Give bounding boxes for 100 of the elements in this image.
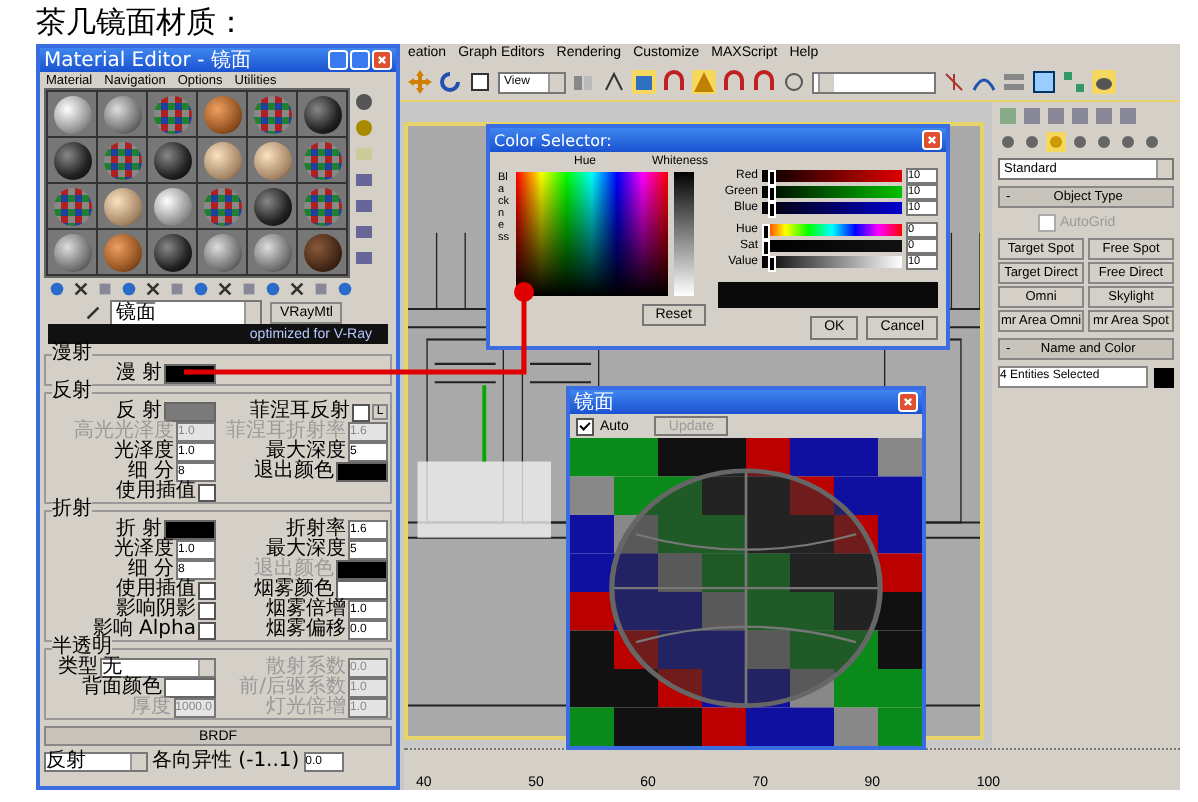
material-name-dropdown[interactable]: 镜面 bbox=[110, 299, 262, 325]
parameter-label: 反 射 bbox=[115, 402, 162, 422]
magnet-icon[interactable] bbox=[722, 70, 746, 94]
channel-slider[interactable] bbox=[762, 201, 902, 213]
magnet-icon[interactable] bbox=[662, 70, 686, 94]
material-slot[interactable] bbox=[148, 138, 196, 182]
window-title-bar[interactable]: 镜面 bbox=[570, 390, 922, 414]
parameter-label: 细 分 bbox=[127, 462, 174, 482]
material-slot[interactable] bbox=[298, 230, 346, 274]
parameter-label: 使用插值 bbox=[116, 482, 196, 502]
material-slot[interactable] bbox=[98, 92, 146, 136]
material-slot[interactable] bbox=[98, 138, 146, 182]
checkbox[interactable] bbox=[576, 417, 594, 435]
group-title: 半透明 bbox=[52, 638, 112, 658]
color-swatch[interactable] bbox=[164, 520, 216, 540]
channel-slider[interactable] bbox=[762, 255, 902, 267]
parameter-label: 折 射 bbox=[115, 520, 162, 540]
parameter-label: 烟雾颜色 bbox=[254, 580, 334, 600]
material-slot[interactable] bbox=[298, 138, 346, 182]
material-slot[interactable] bbox=[298, 184, 346, 228]
color-swatch[interactable] bbox=[164, 678, 216, 698]
parameter-label: 最大深度 bbox=[266, 442, 346, 462]
mirror-icon[interactable] bbox=[942, 70, 966, 94]
parameter-label: 菲涅耳折射率 bbox=[226, 422, 346, 442]
color-swatch[interactable] bbox=[164, 402, 216, 422]
checkbox[interactable] bbox=[198, 483, 216, 501]
parameter-label: 影响 Alpha bbox=[92, 620, 196, 640]
parameter-label: 细 分 bbox=[127, 560, 174, 580]
material-slot[interactable] bbox=[198, 184, 246, 228]
editor-tool-icon[interactable] bbox=[72, 280, 90, 298]
material-slot[interactable] bbox=[48, 230, 96, 274]
color-swatch[interactable] bbox=[1154, 367, 1174, 387]
group-title: 反射 bbox=[52, 382, 92, 402]
parameter-label: 使用插值 bbox=[116, 580, 196, 600]
parameter-label: 最大深度 bbox=[266, 540, 346, 560]
material-slot[interactable] bbox=[248, 184, 296, 228]
editor-tool-icon[interactable] bbox=[144, 280, 162, 298]
cross-arrows-icon[interactable] bbox=[408, 70, 432, 94]
material-slot[interactable] bbox=[98, 184, 146, 228]
checkbox[interactable] bbox=[352, 403, 370, 421]
channel-slider[interactable] bbox=[762, 239, 902, 251]
parameter-label: 折射率 bbox=[286, 520, 346, 540]
material-slot[interactable] bbox=[248, 230, 296, 274]
hue-blackness-picker[interactable] bbox=[515, 172, 667, 296]
parameter-label: 背面颜色 bbox=[82, 678, 162, 698]
whiteness-bar[interactable] bbox=[673, 172, 693, 296]
material-slot[interactable] bbox=[248, 138, 296, 182]
triangle-icon[interactable] bbox=[692, 70, 716, 94]
window-title-bar[interactable]: Color Selector: bbox=[490, 128, 946, 152]
parameter-label: 散射系数 bbox=[266, 658, 346, 678]
material-slot[interactable] bbox=[248, 92, 296, 136]
checkbox[interactable] bbox=[198, 601, 216, 619]
channel-slider[interactable] bbox=[762, 223, 902, 235]
parameter-label: 灯光倍增 bbox=[266, 698, 346, 718]
color-swatch[interactable] bbox=[336, 580, 388, 600]
parameter-label: 各向异性 (-1..1) bbox=[152, 752, 300, 772]
page-heading: 茶几镜面材质： bbox=[34, 2, 248, 44]
material-slot[interactable] bbox=[298, 92, 346, 136]
minimize-button[interactable] bbox=[328, 50, 348, 70]
parameter-label: 退出颜色 bbox=[254, 560, 334, 580]
parameter-label: 影响阴影 bbox=[116, 600, 196, 620]
checkbox[interactable] bbox=[198, 621, 216, 639]
maximize-button[interactable] bbox=[350, 50, 370, 70]
group-title: 折射 bbox=[52, 500, 92, 520]
material-slot[interactable] bbox=[48, 138, 96, 182]
grid-icon[interactable] bbox=[1032, 70, 1056, 94]
parameter-label: 光泽度 bbox=[114, 442, 174, 462]
channel-slider[interactable] bbox=[762, 169, 902, 181]
eyedropper-icon[interactable] bbox=[84, 303, 102, 321]
material-slot[interactable] bbox=[48, 184, 96, 228]
material-slot[interactable] bbox=[198, 92, 246, 136]
material-slot[interactable] bbox=[48, 92, 96, 136]
material-slot[interactable] bbox=[148, 184, 196, 228]
brdf-type-dropdown[interactable]: 反射 bbox=[44, 752, 148, 772]
editor-tool-icon[interactable] bbox=[216, 280, 234, 298]
selection-set-dropdown[interactable] bbox=[812, 71, 936, 93]
parameter-label: 厚度 bbox=[131, 698, 172, 718]
parameter-label: 菲涅耳反射 bbox=[250, 402, 350, 422]
parameter-label: 漫 射 bbox=[115, 364, 162, 384]
square-icon[interactable] bbox=[468, 70, 492, 94]
material-slot[interactable] bbox=[148, 92, 196, 136]
channel-slider[interactable] bbox=[762, 185, 902, 197]
close-button[interactable] bbox=[922, 130, 942, 150]
magnet-icon[interactable] bbox=[752, 70, 776, 94]
box-icon[interactable] bbox=[632, 70, 656, 94]
checkbox[interactable] bbox=[198, 581, 216, 599]
material-slot[interactable] bbox=[198, 138, 246, 182]
color-swatch[interactable] bbox=[336, 462, 388, 482]
editor-tool-icon[interactable] bbox=[288, 280, 306, 298]
parameter-label: 退出颜色 bbox=[254, 462, 334, 482]
close-button[interactable] bbox=[372, 50, 392, 70]
close-button[interactable] bbox=[898, 392, 918, 412]
group-title: 漫射 bbox=[52, 344, 92, 364]
parameter-label: 前/后驱系数 bbox=[239, 678, 346, 698]
parameter-label: 类型 bbox=[58, 658, 98, 678]
parameter-label: 烟雾偏移 bbox=[266, 620, 346, 640]
material-slot[interactable] bbox=[148, 230, 196, 274]
type-dropdown[interactable]: 无 bbox=[100, 658, 216, 678]
window-title-bar[interactable]: Material Editor - 镜面 bbox=[40, 48, 396, 72]
material-slot[interactable] bbox=[198, 230, 246, 274]
